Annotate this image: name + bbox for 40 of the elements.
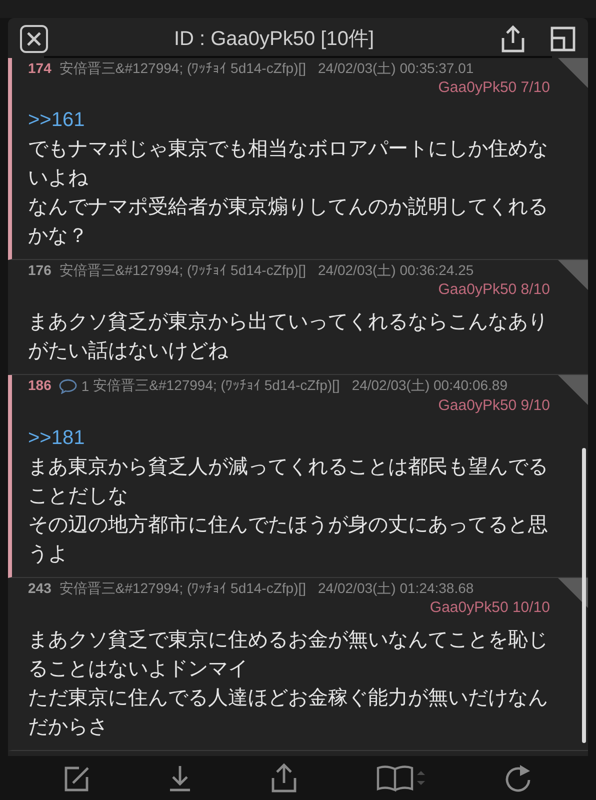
book-icon[interactable] bbox=[376, 764, 426, 792]
poster-name: 安倍晋三&#127994; (ﾜｯﾁｮｲ 5d14-cZfp)[] bbox=[59, 580, 306, 596]
poster-name: 安倍晋三&#127994; (ﾜｯﾁｮｲ 5d14-cZfp)[] bbox=[59, 262, 306, 278]
post-date: 24/02/03(土) 00:36:24.25 bbox=[318, 262, 474, 278]
post-text: なんでナマポ受給者が東京煽りしてんのか説明してくれるかな？ bbox=[28, 195, 549, 249]
post-number[interactable]: 174 bbox=[28, 60, 52, 76]
poster-id[interactable]: Gaa0yPk50 10/10 bbox=[430, 598, 550, 618]
share-icon[interactable] bbox=[500, 25, 526, 53]
post-text: でもナマポじゃ東京でも相当なボロアパートにしか住めないよね bbox=[28, 137, 549, 191]
close-icon bbox=[26, 31, 42, 47]
window-icon[interactable] bbox=[550, 26, 576, 52]
post-text: まあ東京から貧乏人が減ってくれることは都民も望んでることだしな bbox=[28, 455, 549, 510]
poster-id[interactable]: Gaa0yPk50 8/10 bbox=[438, 280, 550, 300]
post-date: 24/02/03(土) 00:40:06.89 bbox=[352, 377, 508, 393]
poster-name: 安倍晋三&#127994; (ﾜｯﾁｮｲ 5d14-cZfp)[] bbox=[93, 377, 340, 393]
corner-triangle-icon bbox=[558, 375, 588, 405]
reply-anchor-link[interactable]: >>161 bbox=[28, 109, 85, 131]
post-text: ただ東京に住んでる人達ほどお金稼ぐ能力が無いだけなんだからさ bbox=[28, 686, 549, 740]
post-date: 24/02/03(土) 01:24:38.68 bbox=[318, 580, 474, 596]
reply-anchor-link[interactable]: >>181 bbox=[28, 427, 85, 450]
poster-name: 安倍晋三&#127994; (ﾜｯﾁｮｲ 5d14-cZfp)[] bbox=[59, 60, 306, 76]
scrollbar[interactable] bbox=[582, 448, 586, 743]
post-text: まあクソ貧乏で東京に住めるお金が無いなんてことを恥じることはないよドンマイ bbox=[28, 628, 549, 682]
close-button[interactable] bbox=[20, 25, 48, 53]
compose-icon[interactable] bbox=[62, 764, 91, 792]
post-number[interactable]: 186 bbox=[28, 377, 52, 393]
share-icon[interactable] bbox=[270, 763, 298, 793]
poster-id[interactable]: Gaa0yPk50 9/10 bbox=[438, 396, 550, 416]
corner-triangle-icon bbox=[558, 58, 588, 88]
post-number[interactable]: 176 bbox=[28, 262, 52, 278]
download-icon[interactable] bbox=[168, 764, 192, 792]
post-date: 24/02/03(土) 00:35:37.01 bbox=[318, 60, 474, 76]
post-text: まあクソ貧乏が東京から出ていってくれるならこんなありがたい話はないけどね bbox=[28, 310, 549, 364]
post-text: その辺の地方都市に住んでたほうが身の丈にあってると思うよ bbox=[28, 513, 549, 568]
corner-triangle-icon bbox=[558, 260, 588, 290]
poster-id[interactable]: Gaa0yPk50 7/10 bbox=[438, 78, 550, 98]
popup-title: ID : Gaa0yPk50 [10件] bbox=[172, 27, 376, 52]
post-number[interactable]: 243 bbox=[28, 580, 52, 596]
speech-bubble-icon bbox=[59, 378, 78, 394]
reply-count[interactable]: 1 bbox=[81, 376, 90, 396]
